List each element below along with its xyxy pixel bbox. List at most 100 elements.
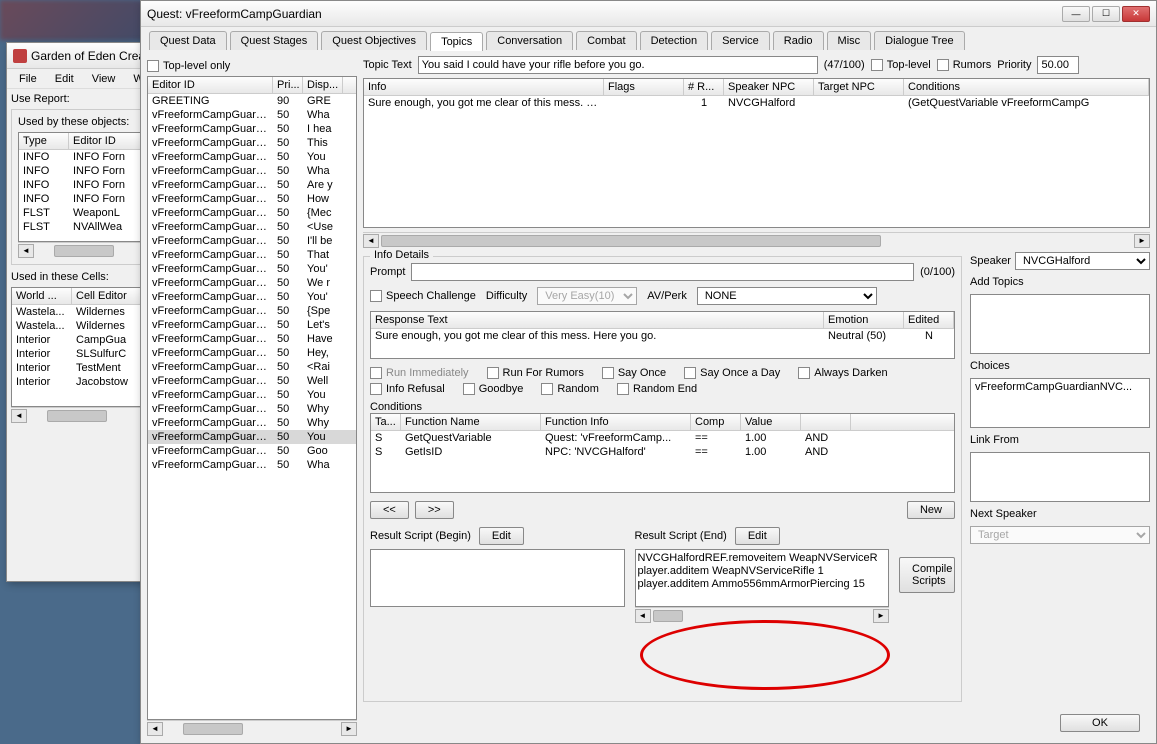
- response-list[interactable]: Response Text Emotion Edited Sure enough…: [370, 311, 955, 359]
- used-by-list[interactable]: Type Editor ID INFOINFO FornINFOINFO For…: [18, 132, 154, 242]
- col-r[interactable]: # R...: [684, 79, 724, 95]
- rumors-checkbox[interactable]: Rumors: [937, 59, 992, 71]
- table-row[interactable]: vFreeformCampGuardi...50You': [148, 262, 356, 276]
- table-row[interactable]: GREETING90GRE: [148, 94, 356, 108]
- prompt-input[interactable]: [411, 263, 914, 281]
- tab-misc[interactable]: Misc: [827, 31, 872, 50]
- table-row[interactable]: InteriorJacobstow: [12, 375, 160, 389]
- tab-topics[interactable]: Topics: [430, 32, 483, 51]
- col-emotion[interactable]: Emotion: [824, 312, 904, 328]
- table-row[interactable]: vFreeformCampGuardi...50Wha: [148, 458, 356, 472]
- avperk-select[interactable]: NONE: [697, 287, 877, 305]
- scrollbar[interactable]: ◄: [18, 242, 154, 258]
- table-row[interactable]: vFreeformCampGuardi...50You': [148, 290, 356, 304]
- col-value[interactable]: Value: [741, 414, 801, 430]
- col-conditions[interactable]: Conditions: [904, 79, 1149, 95]
- tab-dialogue-tree[interactable]: Dialogue Tree: [874, 31, 965, 50]
- top-level-only-checkbox[interactable]: Top-level only: [147, 60, 357, 72]
- top-level-checkbox[interactable]: Top-level: [871, 59, 931, 71]
- table-row[interactable]: INFOINFO Forn: [19, 178, 153, 192]
- difficulty-select[interactable]: Very Easy(10): [537, 287, 637, 305]
- info-row[interactable]: Sure enough, you got me clear of this me…: [364, 96, 1149, 110]
- table-row[interactable]: vFreeformCampGuardi...50{Mec: [148, 206, 356, 220]
- table-row[interactable]: SGetIsIDNPC: 'NVCGHalford'==1.00AND: [371, 445, 954, 459]
- random-checkbox[interactable]: Random: [541, 383, 599, 395]
- add-topics-list[interactable]: [970, 294, 1150, 354]
- scrollbar[interactable]: ◄►: [635, 607, 890, 623]
- speech-challenge-checkbox[interactable]: Speech Challenge: [370, 290, 476, 302]
- table-row[interactable]: vFreeformCampGuardi...50You: [148, 150, 356, 164]
- col-fninfo[interactable]: Function Info: [541, 414, 691, 430]
- col-response[interactable]: Response Text: [371, 312, 824, 328]
- table-row[interactable]: vFreeformCampGuardi...50<Use: [148, 220, 356, 234]
- editor-id-list[interactable]: Editor ID Pri... Disp... GREETING90GREvF…: [147, 76, 357, 720]
- col-pri[interactable]: Pri...: [273, 77, 303, 93]
- table-row[interactable]: vFreeformCampGuardi...50{Spe: [148, 304, 356, 318]
- table-row[interactable]: InteriorCampGua: [12, 333, 160, 347]
- result-end-box[interactable]: NVCGHalfordREF.removeitem WeapNVServiceR…: [635, 549, 890, 607]
- tab-radio[interactable]: Radio: [773, 31, 824, 50]
- table-row[interactable]: Wastela...Wildernes: [12, 305, 160, 319]
- table-row[interactable]: vFreeformCampGuardi...50Why: [148, 416, 356, 430]
- col-speaker[interactable]: Speaker NPC: [724, 79, 814, 95]
- topic-text-input[interactable]: [418, 56, 818, 74]
- new-button[interactable]: New: [907, 501, 955, 519]
- run-for-rumors-checkbox[interactable]: Run For Rumors: [487, 367, 584, 379]
- scrollbar[interactable]: ◄►: [363, 232, 1150, 248]
- tab-detection[interactable]: Detection: [640, 31, 708, 50]
- col-editorid[interactable]: Editor ID: [148, 77, 273, 93]
- choices-list[interactable]: vFreeformCampGuardianNVC...: [970, 378, 1150, 428]
- col-comp[interactable]: Comp: [691, 414, 741, 430]
- table-row[interactable]: SGetQuestVariableQuest: 'vFreeformCamp..…: [371, 431, 954, 445]
- col-fn[interactable]: Function Name: [401, 414, 541, 430]
- used-in-list[interactable]: World ... Cell Editor Wastela...Wilderne…: [11, 287, 161, 407]
- table-row[interactable]: INFOINFO Forn: [19, 164, 153, 178]
- tab-quest-data[interactable]: Quest Data: [149, 31, 227, 50]
- tab-conversation[interactable]: Conversation: [486, 31, 573, 50]
- ok-button[interactable]: OK: [1060, 714, 1140, 732]
- tab-combat[interactable]: Combat: [576, 31, 637, 50]
- col-disp[interactable]: Disp...: [303, 77, 343, 93]
- col-info[interactable]: Info: [364, 79, 604, 95]
- edit-end-button[interactable]: Edit: [735, 527, 780, 545]
- table-row[interactable]: vFreeformCampGuardi...50I'll be: [148, 234, 356, 248]
- compile-scripts-button[interactable]: Compile Scripts: [899, 557, 955, 593]
- table-row[interactable]: vFreeformCampGuardi...50We r: [148, 276, 356, 290]
- conditions-list[interactable]: Ta... Function Name Function Info Comp V…: [370, 413, 955, 493]
- minimize-button[interactable]: —: [1062, 6, 1090, 22]
- prev-button[interactable]: <<: [370, 501, 409, 519]
- menu-view[interactable]: View: [84, 71, 124, 87]
- table-row[interactable]: InteriorTestMent: [12, 361, 160, 375]
- table-row[interactable]: vFreeformCampGuardi...50I hea: [148, 122, 356, 136]
- close-button[interactable]: ✕: [1122, 6, 1150, 22]
- tab-quest-stages[interactable]: Quest Stages: [230, 31, 319, 50]
- table-row[interactable]: vFreeformCampGuardi...50Hey,: [148, 346, 356, 360]
- menu-file[interactable]: File: [11, 71, 45, 87]
- table-row[interactable]: INFOINFO Forn: [19, 150, 153, 164]
- col-ta[interactable]: Ta...: [371, 414, 401, 430]
- tab-service[interactable]: Service: [711, 31, 770, 50]
- table-row[interactable]: vFreeformCampGuardi...50This: [148, 136, 356, 150]
- table-row[interactable]: vFreeformCampGuardi...50<Rai: [148, 360, 356, 374]
- table-row[interactable]: vFreeformCampGuardi...50You: [148, 388, 356, 402]
- table-row[interactable]: vFreeformCampGuardi...50That: [148, 248, 356, 262]
- table-row[interactable]: InteriorSLSulfurC: [12, 347, 160, 361]
- edit-begin-button[interactable]: Edit: [479, 527, 524, 545]
- col-flags[interactable]: Flags: [604, 79, 684, 95]
- always-darken-checkbox[interactable]: Always Darken: [798, 367, 887, 379]
- col-world[interactable]: World ...: [12, 288, 72, 304]
- table-row[interactable]: vFreeformCampGuardi...50Wha: [148, 108, 356, 122]
- response-row[interactable]: Sure enough, you got me clear of this me…: [371, 329, 954, 343]
- scrollbar[interactable]: ◄: [11, 407, 161, 423]
- quest-titlebar[interactable]: Quest: vFreeformCampGuardian — ☐ ✕: [141, 1, 1156, 27]
- menu-edit[interactable]: Edit: [47, 71, 82, 87]
- table-row[interactable]: vFreeformCampGuardi...50Why: [148, 402, 356, 416]
- table-row[interactable]: INFOINFO Forn: [19, 192, 153, 206]
- choice-item[interactable]: vFreeformCampGuardianNVC...: [971, 379, 1149, 395]
- goodbye-checkbox[interactable]: Goodbye: [463, 383, 524, 395]
- next-speaker-select[interactable]: Target: [970, 526, 1150, 544]
- random-end-checkbox[interactable]: Random End: [617, 383, 697, 395]
- maximize-button[interactable]: ☐: [1092, 6, 1120, 22]
- info-refusal-checkbox[interactable]: Info Refusal: [370, 383, 445, 395]
- table-row[interactable]: vFreeformCampGuardi...50Have: [148, 332, 356, 346]
